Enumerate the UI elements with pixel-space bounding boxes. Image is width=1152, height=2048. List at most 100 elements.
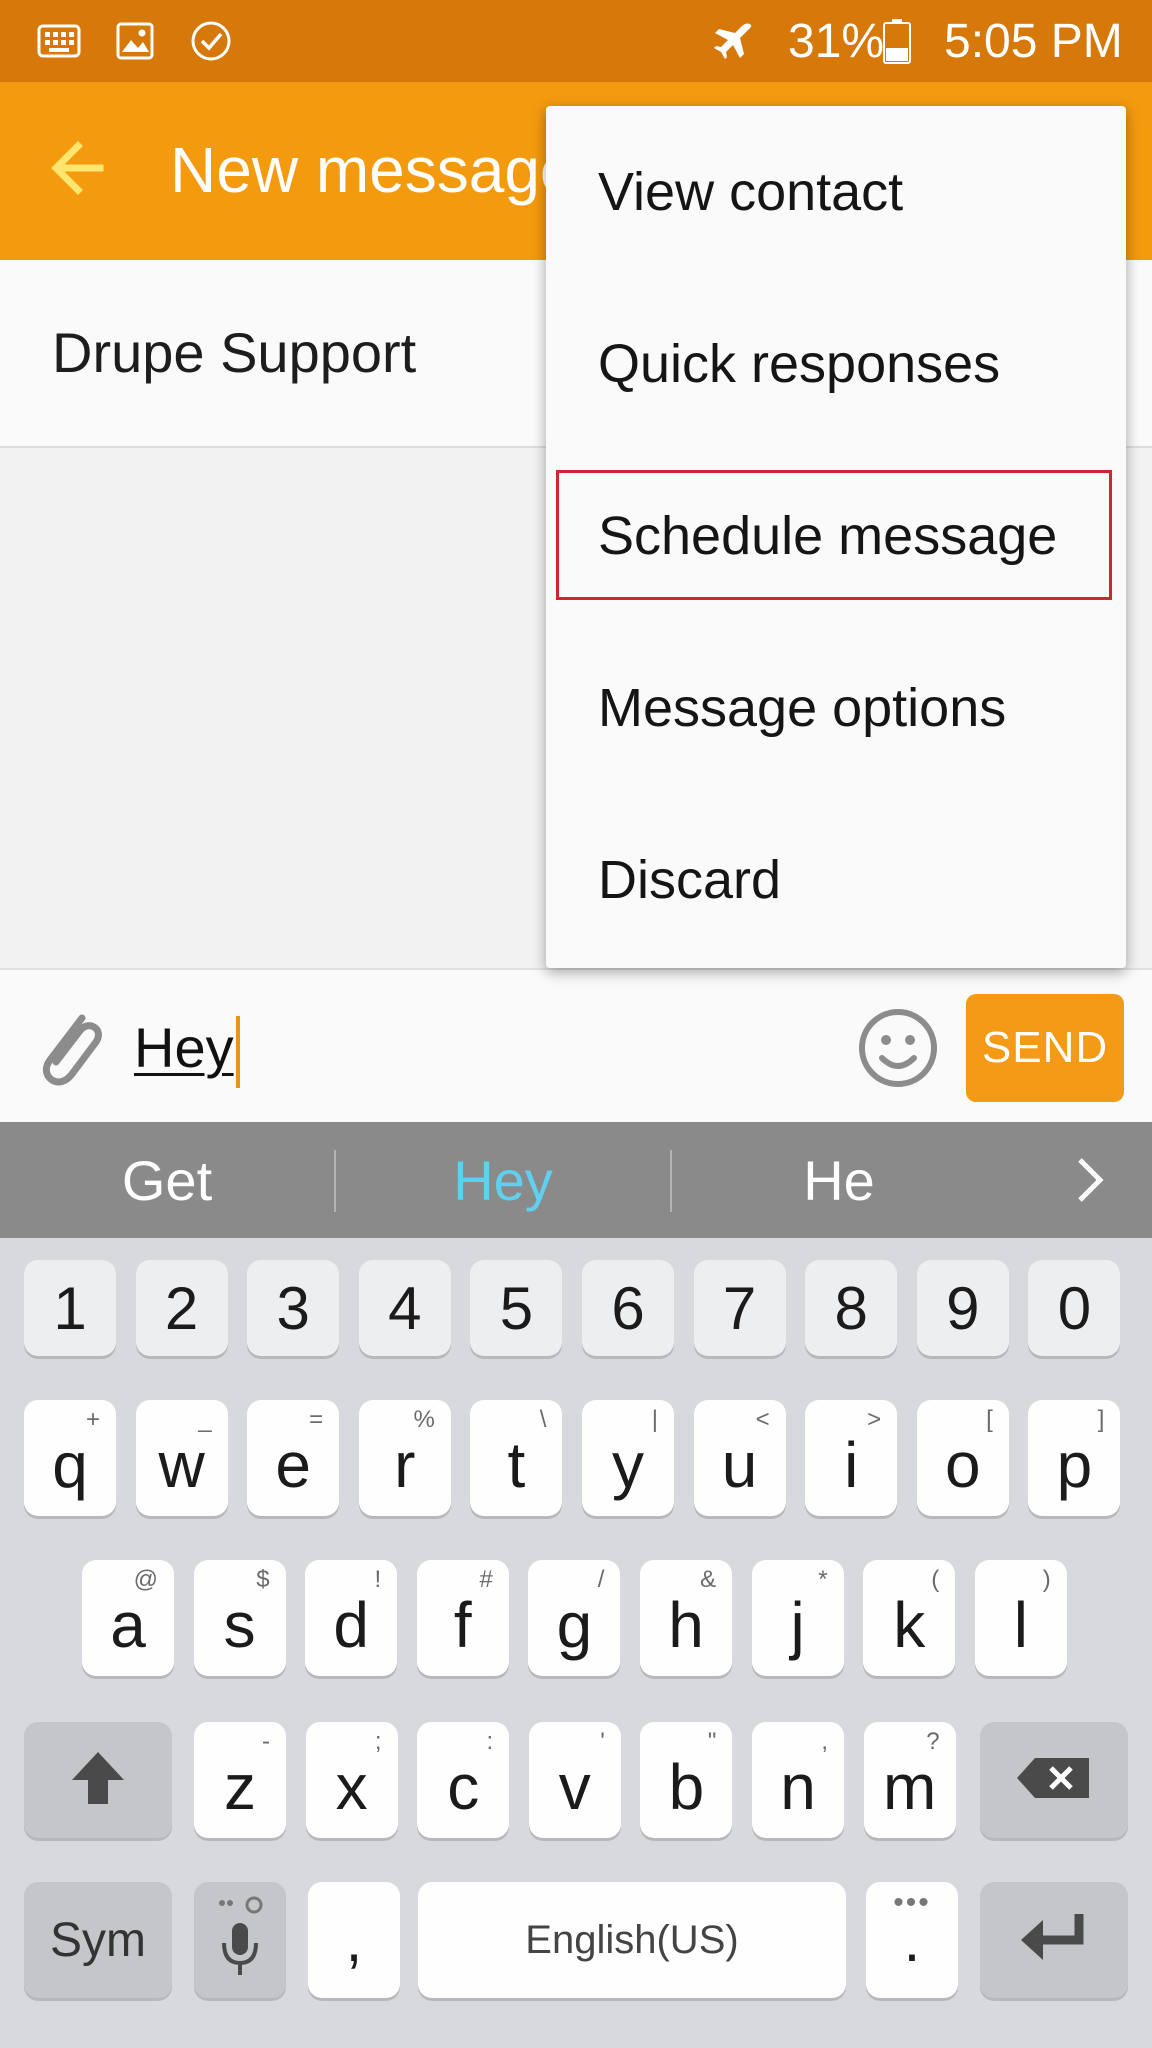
- key-h[interactable]: & h: [640, 1560, 732, 1676]
- shift-key[interactable]: [24, 1722, 172, 1838]
- key-label: e: [275, 1429, 311, 1501]
- key-k[interactable]: (k: [863, 1560, 956, 1676]
- key-label: 2: [164, 1274, 199, 1342]
- more-punctuation-hint: •••: [893, 1886, 931, 1919]
- suggestion-item[interactable]: He: [672, 1122, 1006, 1238]
- key-hint: @: [133, 1566, 158, 1593]
- key-4[interactable]: 4: [358, 1260, 451, 1356]
- image-icon: [112, 18, 158, 64]
- key-q[interactable]: + q: [24, 1400, 116, 1516]
- key-label: h: [668, 1589, 704, 1661]
- paperclip-icon[interactable]: [30, 1002, 110, 1092]
- message-input[interactable]: Hey: [134, 1010, 814, 1089]
- emoji-icon[interactable]: [856, 1006, 940, 1090]
- battery-percent: 31%: [788, 15, 885, 68]
- key-label: i: [844, 1429, 859, 1501]
- key-i[interactable]: > i: [805, 1400, 898, 1516]
- key-hint: !: [374, 1566, 382, 1593]
- arrow-left-icon[interactable]: [40, 128, 120, 208]
- key-hint: <: [755, 1406, 770, 1433]
- key-0[interactable]: 0: [1028, 1260, 1121, 1356]
- key-hint: %: [413, 1406, 435, 1433]
- key-hint: ,: [821, 1728, 828, 1755]
- key-label: 8: [834, 1274, 868, 1342]
- key-f[interactable]: # f: [416, 1560, 509, 1676]
- key-m[interactable]: ? m: [863, 1722, 956, 1838]
- menu-item-discard[interactable]: Discard: [546, 794, 1126, 966]
- key-u[interactable]: < u: [693, 1400, 786, 1516]
- menu-item-schedule-message[interactable]: Schedule message: [546, 450, 1126, 622]
- key-hint: [: [986, 1406, 993, 1433]
- space-key[interactable]: English(US): [418, 1882, 846, 1998]
- chevron-right-icon[interactable]: [1060, 1150, 1120, 1210]
- key-label: 7: [722, 1274, 757, 1342]
- key-label: k: [893, 1589, 926, 1661]
- period-key[interactable]: ••• .: [866, 1882, 958, 1998]
- suggestion-item[interactable]: Get: [0, 1122, 334, 1238]
- key-g[interactable]: / g: [528, 1560, 621, 1676]
- key-hint: ;: [374, 1728, 382, 1755]
- key-1[interactable]: 1: [24, 1260, 116, 1356]
- message-text: Hey: [134, 1016, 234, 1079]
- compose-row: Hey SEND: [0, 968, 1152, 1124]
- key-n[interactable]: ,n: [752, 1722, 844, 1838]
- page-title: New message: [170, 134, 576, 206]
- key-j[interactable]: * j: [751, 1560, 844, 1676]
- key-l[interactable]: ) l: [974, 1560, 1067, 1676]
- key-hint: ]: [1097, 1406, 1105, 1433]
- key-b[interactable]: " b: [640, 1722, 733, 1838]
- menu-item-quick-responses[interactable]: Quick responses: [546, 278, 1126, 450]
- key-6[interactable]: 6: [582, 1260, 674, 1356]
- key-hint: ?: [926, 1728, 940, 1755]
- enter-key[interactable]: [980, 1882, 1128, 1998]
- text-caret: [235, 1016, 240, 1089]
- suggestion-item-selected[interactable]: Hey: [336, 1122, 670, 1238]
- status-bar: 31% 5:05 PM: [0, 0, 1152, 82]
- key-7[interactable]: 7: [693, 1260, 786, 1356]
- key-x[interactable]: ; x: [305, 1722, 398, 1838]
- key-hint: *: [818, 1566, 828, 1593]
- key-hint: \: [539, 1406, 547, 1433]
- key-hint: /: [597, 1566, 605, 1593]
- key-2[interactable]: 2: [135, 1260, 228, 1356]
- key-s[interactable]: $ s: [193, 1560, 286, 1676]
- key-v[interactable]: ' v: [528, 1722, 621, 1838]
- key-9[interactable]: 9: [916, 1260, 1009, 1356]
- key-label: 6: [611, 1274, 645, 1342]
- key-r[interactable]: % r: [358, 1400, 451, 1516]
- menu-item-message-options[interactable]: Message options: [546, 622, 1126, 794]
- key-3[interactable]: 3: [247, 1260, 340, 1356]
- check-circle-icon: [188, 18, 234, 64]
- key-hint: ': [600, 1728, 605, 1755]
- key-label: j: [790, 1589, 805, 1661]
- key-label: 3: [276, 1274, 310, 1342]
- send-button[interactable]: SEND: [966, 994, 1124, 1102]
- key-z[interactable]: -z: [194, 1722, 286, 1838]
- voice-input-key[interactable]: [194, 1882, 286, 1998]
- comma-key[interactable]: ,: [308, 1882, 400, 1998]
- key-d[interactable]: ! d: [305, 1560, 398, 1676]
- key-hint: :: [486, 1728, 494, 1755]
- overflow-menu: View contact Quick responses Schedule me…: [546, 106, 1126, 968]
- key-a[interactable]: @ a: [82, 1560, 174, 1676]
- key-label: z: [224, 1751, 256, 1823]
- key-8[interactable]: 8: [805, 1260, 898, 1356]
- key-w[interactable]: _ w: [135, 1400, 228, 1516]
- key-p[interactable]: ] p: [1028, 1400, 1121, 1516]
- key-c[interactable]: :c: [417, 1722, 510, 1838]
- suggestion-bar: Get Hey He: [0, 1122, 1152, 1238]
- key-y[interactable]: | y: [582, 1400, 674, 1516]
- key-e[interactable]: = e: [247, 1400, 340, 1516]
- backspace-key[interactable]: [980, 1722, 1128, 1838]
- key-label: 0: [1057, 1274, 1092, 1342]
- menu-item-view-contact[interactable]: View contact: [546, 106, 1126, 278]
- key-label: 5: [499, 1274, 534, 1342]
- recipient-name: Drupe Support: [52, 321, 417, 384]
- key-hint: $: [256, 1566, 270, 1593]
- key-label: 9: [946, 1274, 980, 1342]
- sym-key[interactable]: Sym: [24, 1882, 172, 1998]
- key-label: 1: [53, 1274, 87, 1342]
- key-o[interactable]: [o: [916, 1400, 1009, 1516]
- key-5[interactable]: 5: [470, 1260, 563, 1356]
- key-t[interactable]: \ t: [470, 1400, 563, 1516]
